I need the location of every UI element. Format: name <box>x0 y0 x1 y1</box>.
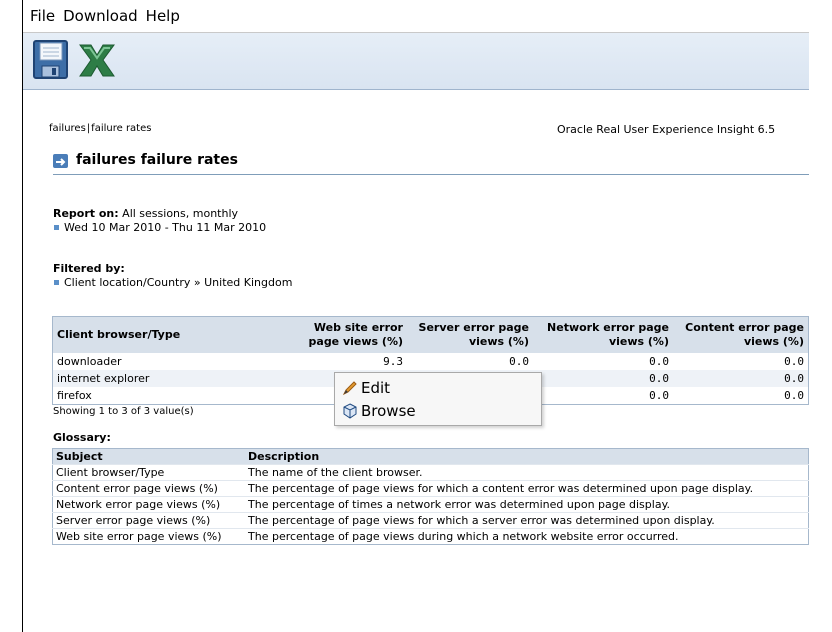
table-row[interactable]: downloader 9.3 0.0 0.0 0.0 <box>53 353 809 370</box>
excel-icon <box>79 44 115 77</box>
glossary-header-description: Description <box>245 448 809 465</box>
table-cell: downloader <box>57 355 122 368</box>
filtered-by-section: Filtered by: Client location/Country » U… <box>53 262 292 289</box>
menu-help[interactable]: Help <box>142 7 184 25</box>
column-header[interactable]: Network error page views (%) <box>533 316 673 353</box>
report-on-section: Report on: All sessions, monthly Wed 10 … <box>53 207 266 234</box>
glossary-description: The percentage of page views for which a… <box>245 512 809 529</box>
glossary-row: Network error page views (%) The percent… <box>52 496 809 513</box>
glossary-row: Server error page views (%) The percenta… <box>52 512 809 529</box>
glossary-description: The name of the client browser. <box>245 464 809 481</box>
date-range: Wed 10 Mar 2010 - Thu 11 Mar 2010 <box>64 221 267 234</box>
context-menu-browse[interactable]: Browse <box>341 400 416 422</box>
context-menu-edit[interactable]: Edit <box>341 377 390 399</box>
glossary-subject: Web site error page views (%) <box>52 528 245 545</box>
save-icon <box>33 40 68 79</box>
glossary-description: The percentage of page views for which a… <box>245 480 809 497</box>
pencil-icon <box>342 381 357 396</box>
browse-label: Browse <box>361 402 416 420</box>
breadcrumb-failure-rates[interactable]: failure rates <box>91 123 151 134</box>
glossary-row: Web site error page views (%) The percen… <box>52 528 809 545</box>
table-cell: 0.0 <box>673 370 809 387</box>
menu-download[interactable]: Download <box>59 7 142 25</box>
table-cell: 0.0 <box>784 355 804 368</box>
glossary-subject: Client browser/Type <box>52 464 245 481</box>
glossary-subject: Server error page views (%) <box>52 512 245 529</box>
table-cell: 0.0 <box>649 355 669 368</box>
glossary-subject: Content error page views (%) <box>52 480 245 497</box>
menu-file[interactable]: File <box>23 7 59 25</box>
bullet-icon <box>54 280 59 285</box>
table-cell: internet explorer <box>52 370 285 387</box>
glossary-description: The percentage of page views during whic… <box>245 528 809 545</box>
save-button[interactable] <box>32 39 72 81</box>
menu-bar: File Download Help <box>23 0 809 33</box>
table-cell: 0.0 <box>649 389 669 402</box>
arrow-right-icon <box>53 154 68 168</box>
glossary-description: The percentage of times a network error … <box>245 496 809 513</box>
product-name: Oracle Real User Experience Insight 6.5 <box>557 123 776 136</box>
breadcrumb-failures[interactable]: failures <box>49 123 86 134</box>
edit-label: Edit <box>361 379 391 397</box>
title-row: failures failure rates <box>53 152 809 175</box>
glossary-title: Glossary: <box>53 431 111 444</box>
filter-value: Client location/Country » United Kingdom <box>64 276 293 289</box>
column-header[interactable]: Client browser/Type <box>52 316 285 353</box>
glossary-header-subject: Subject <box>52 448 245 465</box>
table-cell: 0.0 <box>533 370 673 387</box>
toolbar <box>23 33 809 90</box>
bullet-icon <box>54 225 59 230</box>
breadcrumb: failures|failure rates <box>49 123 151 134</box>
column-header[interactable]: Server error page views (%) <box>407 316 533 353</box>
glossary-table: Subject Description Client browser/Type … <box>52 448 809 545</box>
cube-icon <box>343 403 357 419</box>
table-cell: firefox <box>57 389 92 402</box>
page-title: failures failure rates <box>76 152 238 168</box>
breadcrumb-separator: | <box>86 123 91 134</box>
glossary-row: Content error page views (%) The percent… <box>52 480 809 497</box>
table-cell: 0.0 <box>784 389 804 402</box>
glossary-row: Client browser/Type The name of the clie… <box>52 464 809 481</box>
table-cell: 0.0 <box>509 355 529 368</box>
context-menu: Edit Browse <box>334 372 542 426</box>
report-on-value: All sessions, monthly <box>122 207 239 220</box>
filtered-by-label: Filtered by: <box>53 262 125 275</box>
excel-export-button[interactable] <box>77 39 117 81</box>
column-header[interactable]: Content error page views (%) <box>673 316 809 353</box>
table-cell[interactable]: 9.3 <box>285 353 407 370</box>
showing-count: Showing 1 to 3 of 3 value(s) <box>53 406 194 417</box>
glossary-subject: Network error page views (%) <box>52 496 245 513</box>
column-header[interactable]: Web site error page views (%) <box>285 316 407 353</box>
report-on-label: Report on: <box>53 207 119 220</box>
report-content: failures|failure rates Oracle Real User … <box>23 90 809 632</box>
